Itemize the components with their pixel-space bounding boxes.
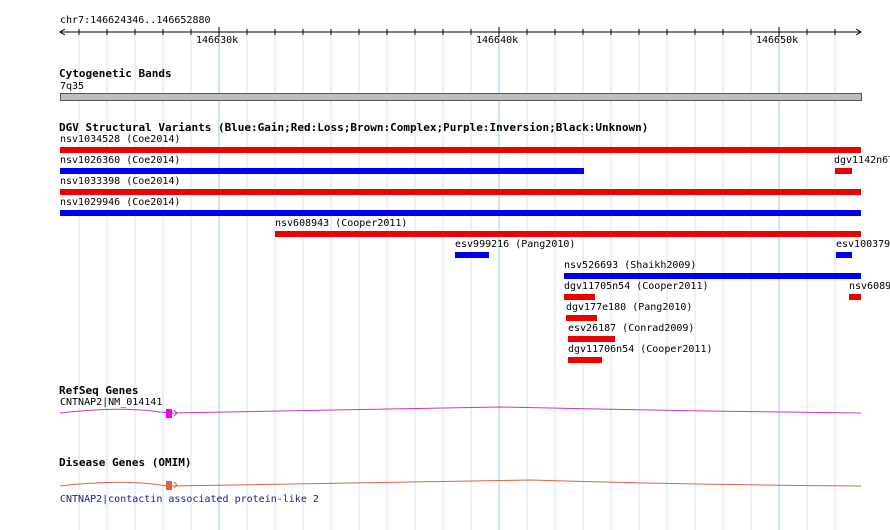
variant-bar-gain[interactable] [836, 252, 852, 258]
variant-bar-loss[interactable] [566, 315, 597, 321]
variant-label: esv1003796 [836, 239, 890, 250]
variant-label: nsv60894 [849, 281, 890, 292]
variant-label: nsv1026360 (Coe2014) [60, 155, 181, 166]
variant-label: nsv1034528 (Coe2014) [60, 134, 181, 145]
track-title-cytobands[interactable]: Cytogenetic Bands [59, 67, 172, 80]
tick-label: 146630k [196, 35, 239, 46]
tick-label: 146640k [476, 35, 519, 46]
track-title-dgv[interactable]: DGV Structural Variants (Blue:Gain;Red:L… [59, 121, 648, 134]
variant-label: nsv1033398 (Coe2014) [60, 176, 181, 187]
variant-bar-loss[interactable] [60, 147, 861, 153]
variant-bar-loss[interactable] [568, 336, 615, 342]
disease-gene-label[interactable]: CNTNAP2|contactin associated protein-lik… [60, 494, 319, 506]
variant-label: dgv11705n54 (Cooper2011) [564, 281, 709, 292]
disease-gene-model[interactable] [0, 476, 890, 496]
tick-label: 146650k [756, 35, 799, 46]
variant-label: esv26187 (Conrad2009) [568, 323, 695, 334]
variant-label: nsv608943 (Cooper2011) [275, 218, 408, 229]
variant-label: dgv1142n67 [834, 155, 890, 166]
variant-label: esv999216 (Pang2010) [455, 239, 576, 250]
variant-label: dgv177e180 (Pang2010) [566, 302, 693, 313]
track-title-refseq[interactable]: RefSeq Genes [59, 384, 138, 397]
variant-bar-loss[interactable] [835, 168, 852, 174]
variant-bar-loss[interactable] [564, 294, 595, 300]
variant-bar-loss[interactable] [60, 189, 861, 195]
band-label: 7q35 [60, 81, 85, 92]
variant-label: nsv526693 (Shaikh2009) [564, 260, 697, 271]
variant-bar-loss[interactable] [849, 294, 861, 300]
variant-bar-loss[interactable] [568, 357, 602, 363]
track-title-disease[interactable]: Disease Genes (OMIM) [59, 456, 191, 469]
variant-bar-gain[interactable] [60, 210, 861, 216]
variant-bar-loss[interactable] [275, 231, 861, 237]
variant-bar-gain[interactable] [455, 252, 489, 258]
variant-bar-gain[interactable] [564, 273, 861, 279]
cytoband-bar[interactable] [60, 93, 862, 101]
variant-label: nsv1029946 (Coe2014) [60, 197, 181, 208]
variant-label: dgv11706n54 (Cooper2011) [568, 344, 713, 355]
refseq-gene-model[interactable] [0, 404, 890, 424]
variant-bar-gain[interactable] [60, 168, 584, 174]
